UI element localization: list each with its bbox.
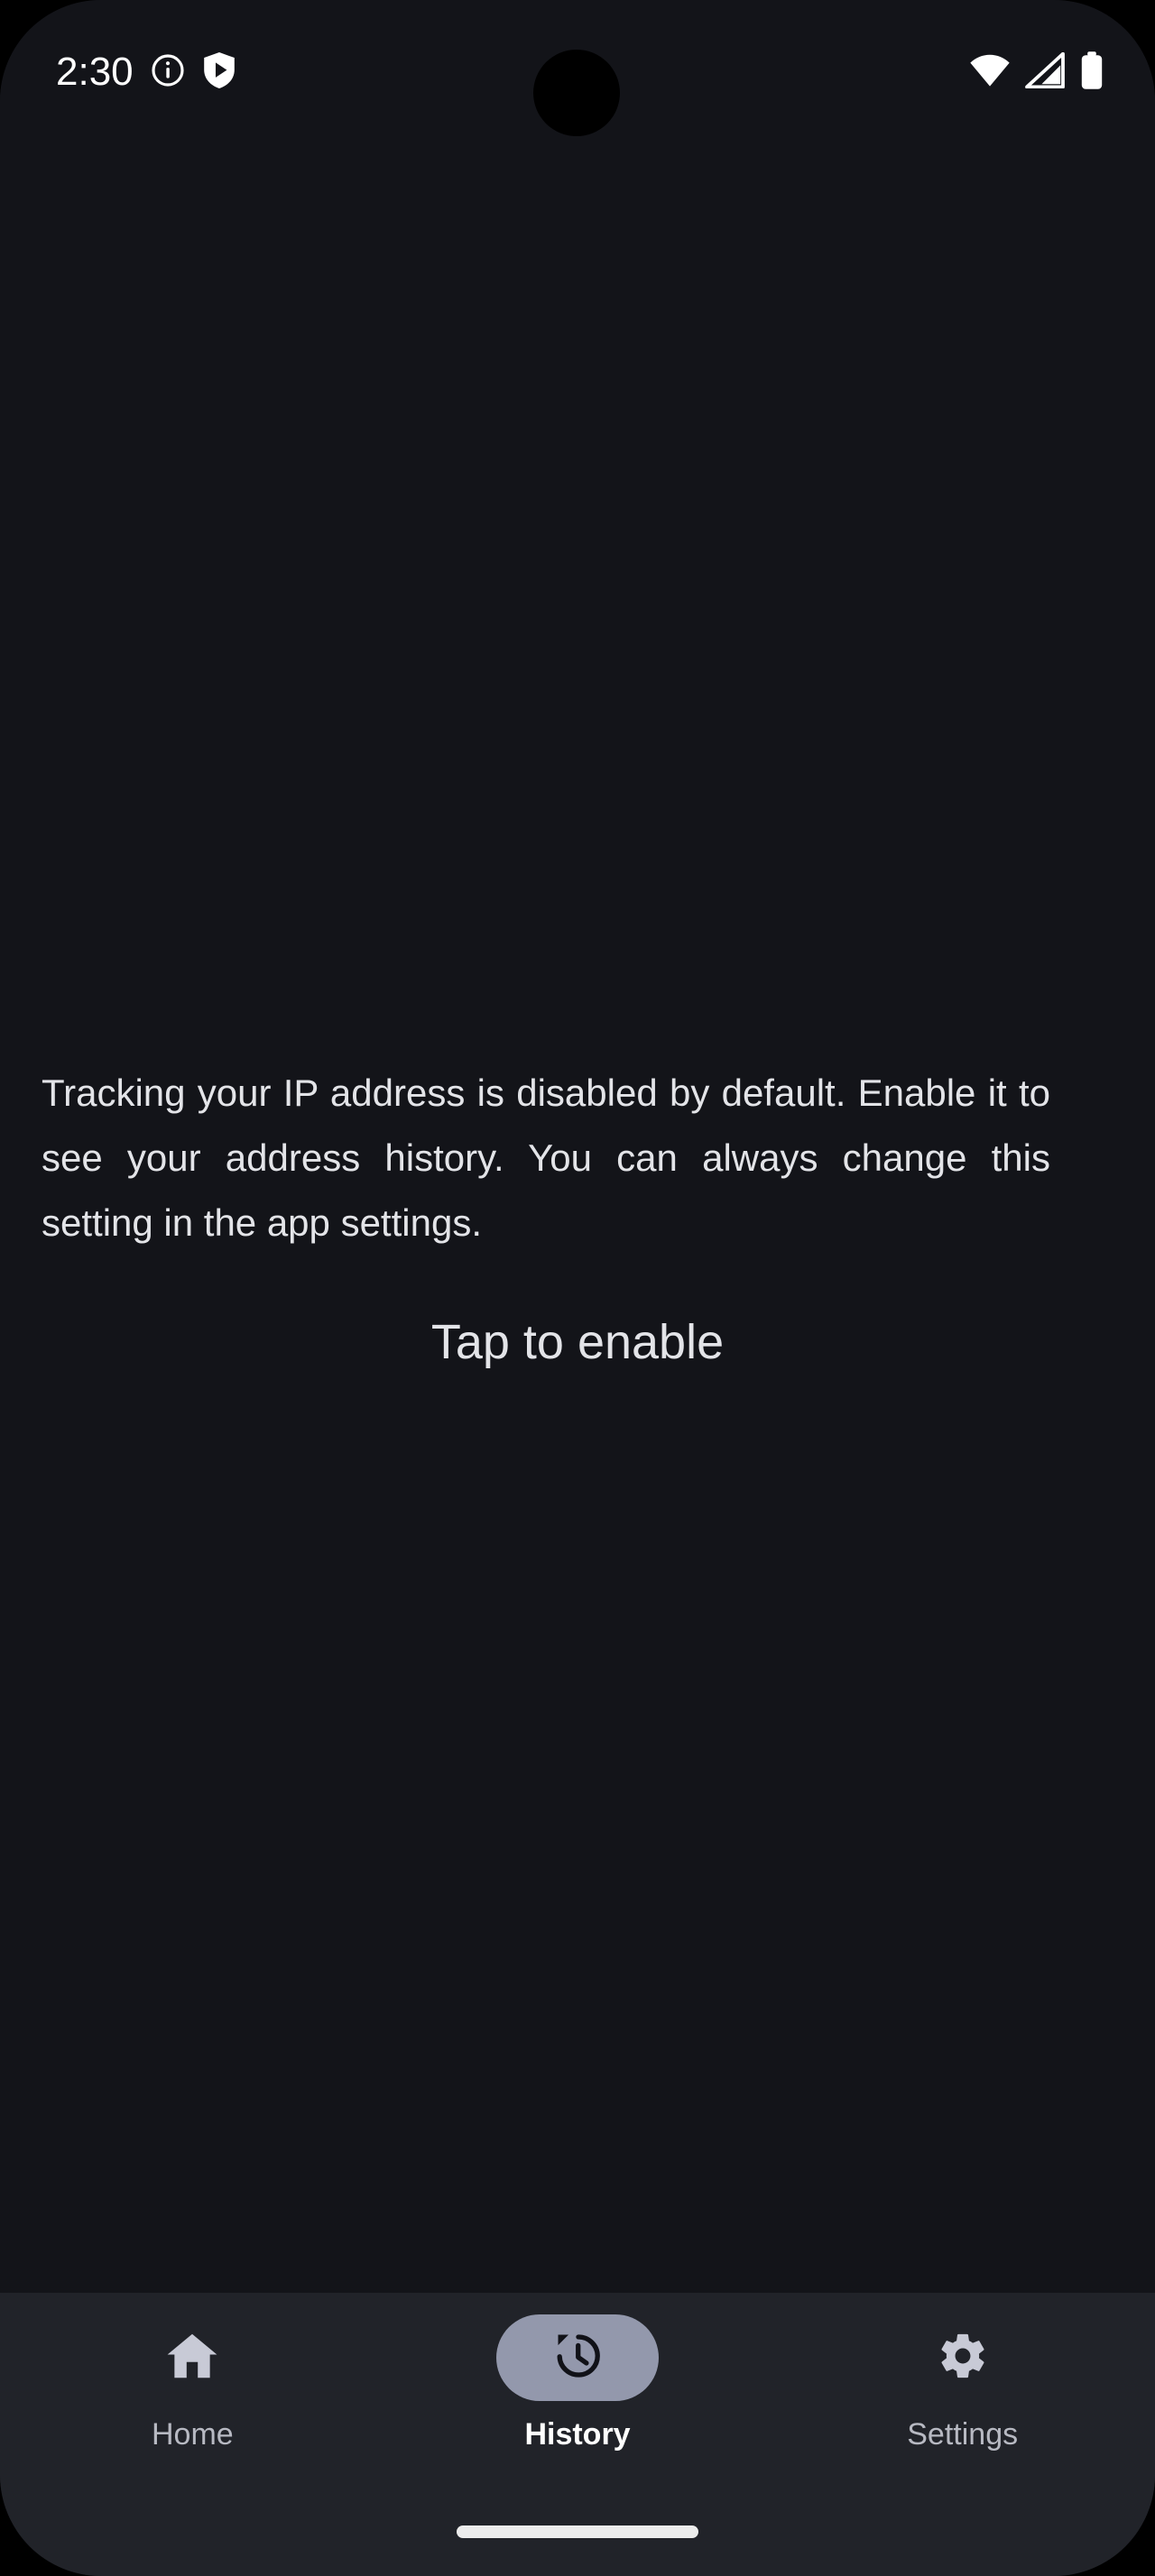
status-bar: 2:30 — [0, 0, 1155, 137]
battery-icon — [1079, 51, 1104, 95]
nav-label-home: Home — [151, 2417, 234, 2452]
status-bar-clock: 2:30 — [56, 50, 134, 94]
nav-icon-pill-settings — [882, 2314, 1044, 2401]
cellular-signal-icon — [1025, 51, 1065, 93]
gear-icon — [937, 2330, 989, 2387]
status-bar-left-cluster: 2:30 — [56, 47, 236, 97]
main-content: Tracking your IP address is disabled by … — [0, 137, 1155, 2293]
wifi-icon — [969, 52, 1011, 93]
info-icon — [150, 52, 186, 93]
nav-icon-pill-history — [496, 2314, 659, 2401]
nav-label-settings: Settings — [907, 2417, 1019, 2452]
nav-item-history[interactable]: History — [385, 2293, 771, 2502]
history-clock-icon — [551, 2330, 604, 2387]
nav-item-home[interactable]: Home — [0, 2293, 385, 2502]
nav-icon-pill-home — [111, 2314, 273, 2401]
bottom-navigation-items: Home History Settings — [0, 2293, 1155, 2502]
nav-item-settings[interactable]: Settings — [770, 2293, 1155, 2502]
empty-state-message: Tracking your IP address is disabled by … — [42, 1072, 1050, 1244]
tap-to-enable-button[interactable]: Tap to enable — [0, 1314, 1155, 1370]
status-bar-right-cluster — [969, 51, 1104, 94]
nav-label-history: History — [524, 2417, 631, 2452]
bottom-navigation-bar: Home History Settings — [0, 2293, 1155, 2576]
home-icon — [164, 2328, 220, 2388]
home-indicator[interactable] — [457, 2525, 698, 2538]
camera-punch-hole — [533, 50, 620, 136]
phone-screen: 2:30 Tracking your IP address is disable… — [0, 0, 1155, 2576]
play-protect-shield-icon — [202, 51, 236, 94]
phone-frame: 2:30 Tracking your IP address is disable… — [0, 0, 1155, 2576]
history-empty-state: Tracking your IP address is disabled by … — [0, 137, 1155, 2293]
